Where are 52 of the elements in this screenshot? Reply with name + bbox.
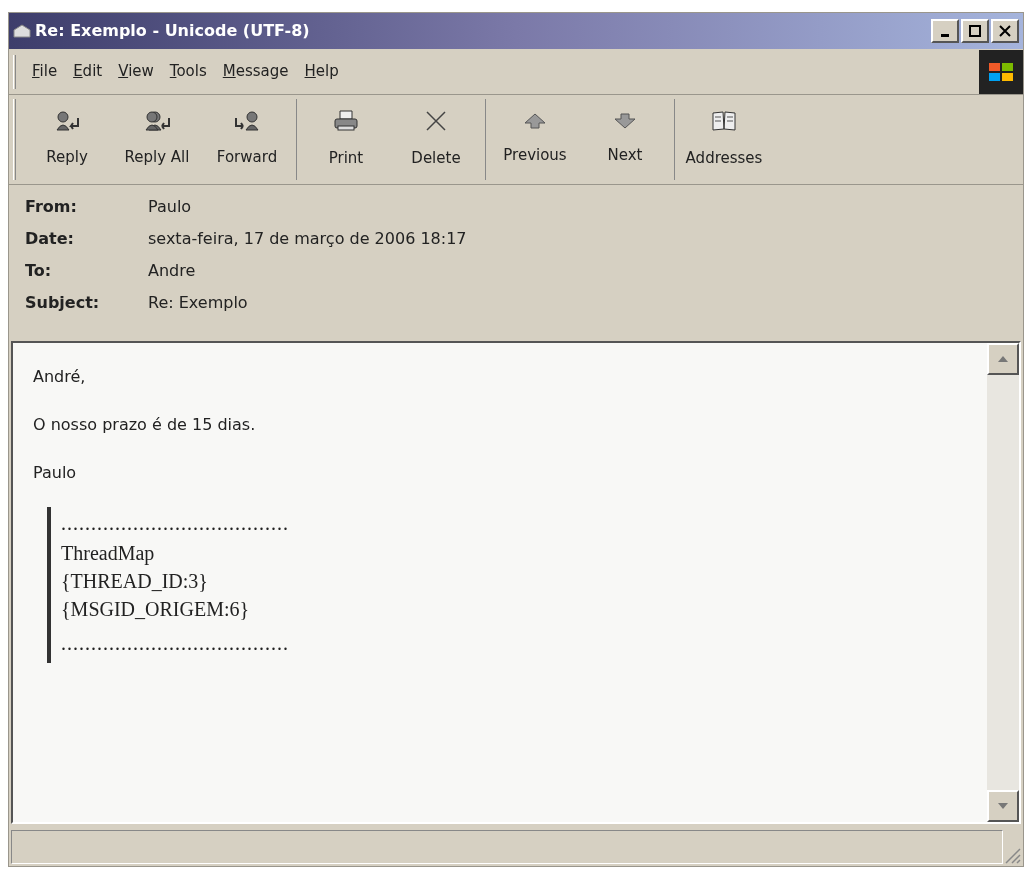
header-label: Subject:	[25, 292, 101, 314]
envelope-icon	[13, 24, 31, 38]
header-label: Date:	[25, 228, 75, 250]
body-text: O nosso prazo é de 15 dias.	[33, 414, 257, 436]
header-value: Paulo	[148, 196, 192, 218]
toolbar-button[interactable]: Next	[580, 99, 670, 180]
up-arrow-icon	[523, 112, 547, 131]
body-text: Paulo	[33, 462, 78, 484]
window-title: Re: Exemplo - Unicode (UTF-8)	[35, 20, 310, 42]
menu-item[interactable]: View	[110, 60, 162, 83]
menu-item[interactable]: Tools	[161, 60, 215, 83]
down-triangle-icon	[997, 802, 1009, 810]
toolbar-button[interactable]: Reply All	[112, 99, 202, 180]
toolbar-button[interactable]: Forward	[202, 99, 292, 180]
toolbar-button[interactable]: Addresses	[679, 99, 769, 180]
down-arrow-icon	[613, 112, 637, 131]
reply-icon	[54, 110, 80, 133]
resize-grip-icon[interactable]	[1003, 846, 1021, 864]
scrollbar[interactable]	[987, 343, 1019, 822]
windows-logo-icon	[979, 49, 1023, 94]
menu-item[interactable]: File	[24, 60, 66, 83]
toolbar-button[interactable]: Delete	[391, 99, 481, 180]
up-triangle-icon	[997, 355, 1009, 363]
body-text: André,	[33, 366, 87, 388]
close-button[interactable]	[991, 19, 1019, 43]
forward-icon	[234, 110, 260, 133]
header-label: From:	[25, 196, 78, 218]
toolbar-button[interactable]: Print	[301, 99, 391, 180]
minimize-button[interactable]	[931, 19, 959, 43]
menu-item[interactable]: Help	[296, 60, 347, 83]
maximize-icon	[968, 25, 982, 37]
minimize-icon	[941, 33, 949, 37]
book-icon	[711, 109, 737, 134]
header-value: sexta-feira, 17 de março de 2006 18:17	[148, 228, 467, 250]
quote-line: ThreadMap	[61, 541, 156, 567]
printer-icon	[333, 109, 359, 134]
toolbar-button[interactable]: Previous	[490, 99, 580, 180]
toolbar-button[interactable]: Reply	[22, 99, 112, 180]
menu-item[interactable]: Edit	[65, 60, 111, 83]
header-label: To:	[25, 260, 53, 282]
dotted-rule: ......................................	[61, 631, 290, 656]
quote-line: {MSGID_ORIGEM:6}	[61, 597, 251, 622]
scroll-down-button[interactable]	[987, 790, 1019, 822]
header-value: Andre	[148, 260, 196, 282]
dotted-rule: ......................................	[61, 511, 290, 536]
reply-all-icon	[143, 110, 171, 133]
close-icon	[998, 25, 1012, 37]
quote-line: {THREAD_ID:3}	[61, 569, 209, 594]
scroll-up-button[interactable]	[987, 343, 1019, 375]
menu-item[interactable]: Message	[214, 60, 297, 83]
header-value: Re: Exemplo	[148, 292, 248, 314]
maximize-button[interactable]	[961, 19, 989, 43]
